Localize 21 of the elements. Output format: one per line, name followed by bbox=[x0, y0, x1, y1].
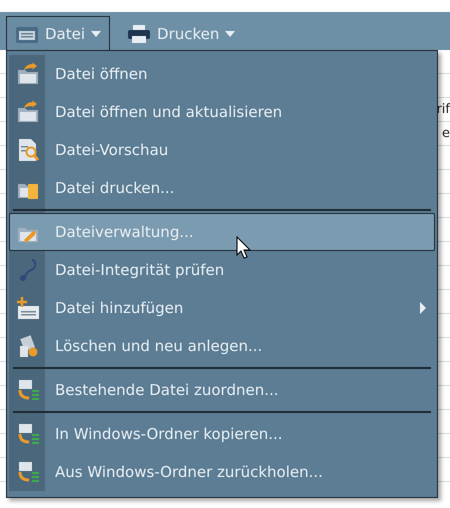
mouse-pointer-icon bbox=[236, 236, 252, 260]
tray-plus-icon bbox=[16, 296, 40, 320]
menu-item[interactable]: Datei-Integrität prüfen bbox=[9, 251, 435, 289]
table-cell-text: e bbox=[442, 126, 450, 141]
menu-item[interactable]: Datei öffnen und aktualisieren bbox=[9, 93, 435, 131]
menu-item[interactable]: Aus Windows-Ordner zurückholen... bbox=[9, 453, 435, 491]
document-magnifier-icon bbox=[16, 138, 40, 162]
caret-icon bbox=[91, 30, 102, 36]
menu-item[interactable]: Datei-Vorschau bbox=[9, 131, 435, 169]
printer-icon bbox=[127, 24, 152, 44]
menu-item[interactable]: Datei öffnen bbox=[9, 55, 435, 93]
menu-item[interactable]: Bestehende Datei zuordnen... bbox=[9, 371, 435, 409]
list-arrow-icon bbox=[16, 378, 40, 402]
caret-icon bbox=[225, 30, 236, 36]
menu-item[interactable]: Datei hinzufügen bbox=[9, 289, 435, 327]
toolbar-menu-button[interactable]: Datei bbox=[6, 16, 110, 50]
menu-item[interactable]: In Windows-Ordner kopieren... bbox=[9, 415, 435, 453]
menu-item[interactable]: Datei drucken... bbox=[9, 169, 435, 207]
menu-item[interactable]: Löschen und neu anlegen... bbox=[9, 327, 435, 365]
menu-item[interactable]: Dateiverwaltung... bbox=[9, 213, 435, 251]
toolbar-menu-button[interactable]: Drucken bbox=[118, 16, 244, 50]
